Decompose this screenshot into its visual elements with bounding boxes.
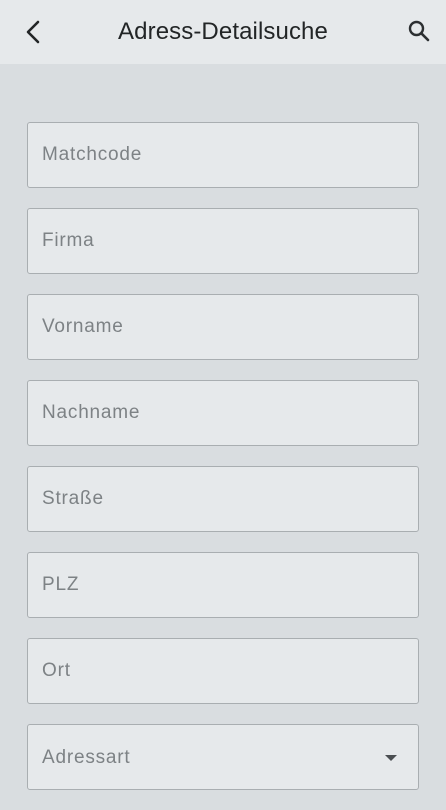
ort-field-container [27,638,419,704]
ort-input[interactable] [28,639,418,703]
firma-input[interactable] [28,209,418,273]
search-icon [408,20,430,42]
adressart-label: Adressart [42,747,131,768]
search-button[interactable] [402,14,436,48]
plz-field-container [27,552,419,618]
plz-input[interactable] [28,553,418,617]
dropdown-arrow-icon [385,755,397,761]
address-search-form: Adressart [27,122,419,810]
matchcode-input[interactable] [28,123,418,187]
nachname-field-container [27,380,419,446]
app-bar: Adress-Detailsuche [0,0,446,64]
strasse-input[interactable] [28,467,418,531]
vorname-input[interactable] [28,295,418,359]
matchcode-field-container [27,122,419,188]
nachname-input[interactable] [28,381,418,445]
vorname-field-container [27,294,419,360]
firma-field-container [27,208,419,274]
adressart-select[interactable]: Adressart [27,724,419,790]
strasse-field-container [27,466,419,532]
page-title: Adress-Detailsuche [118,18,328,45]
